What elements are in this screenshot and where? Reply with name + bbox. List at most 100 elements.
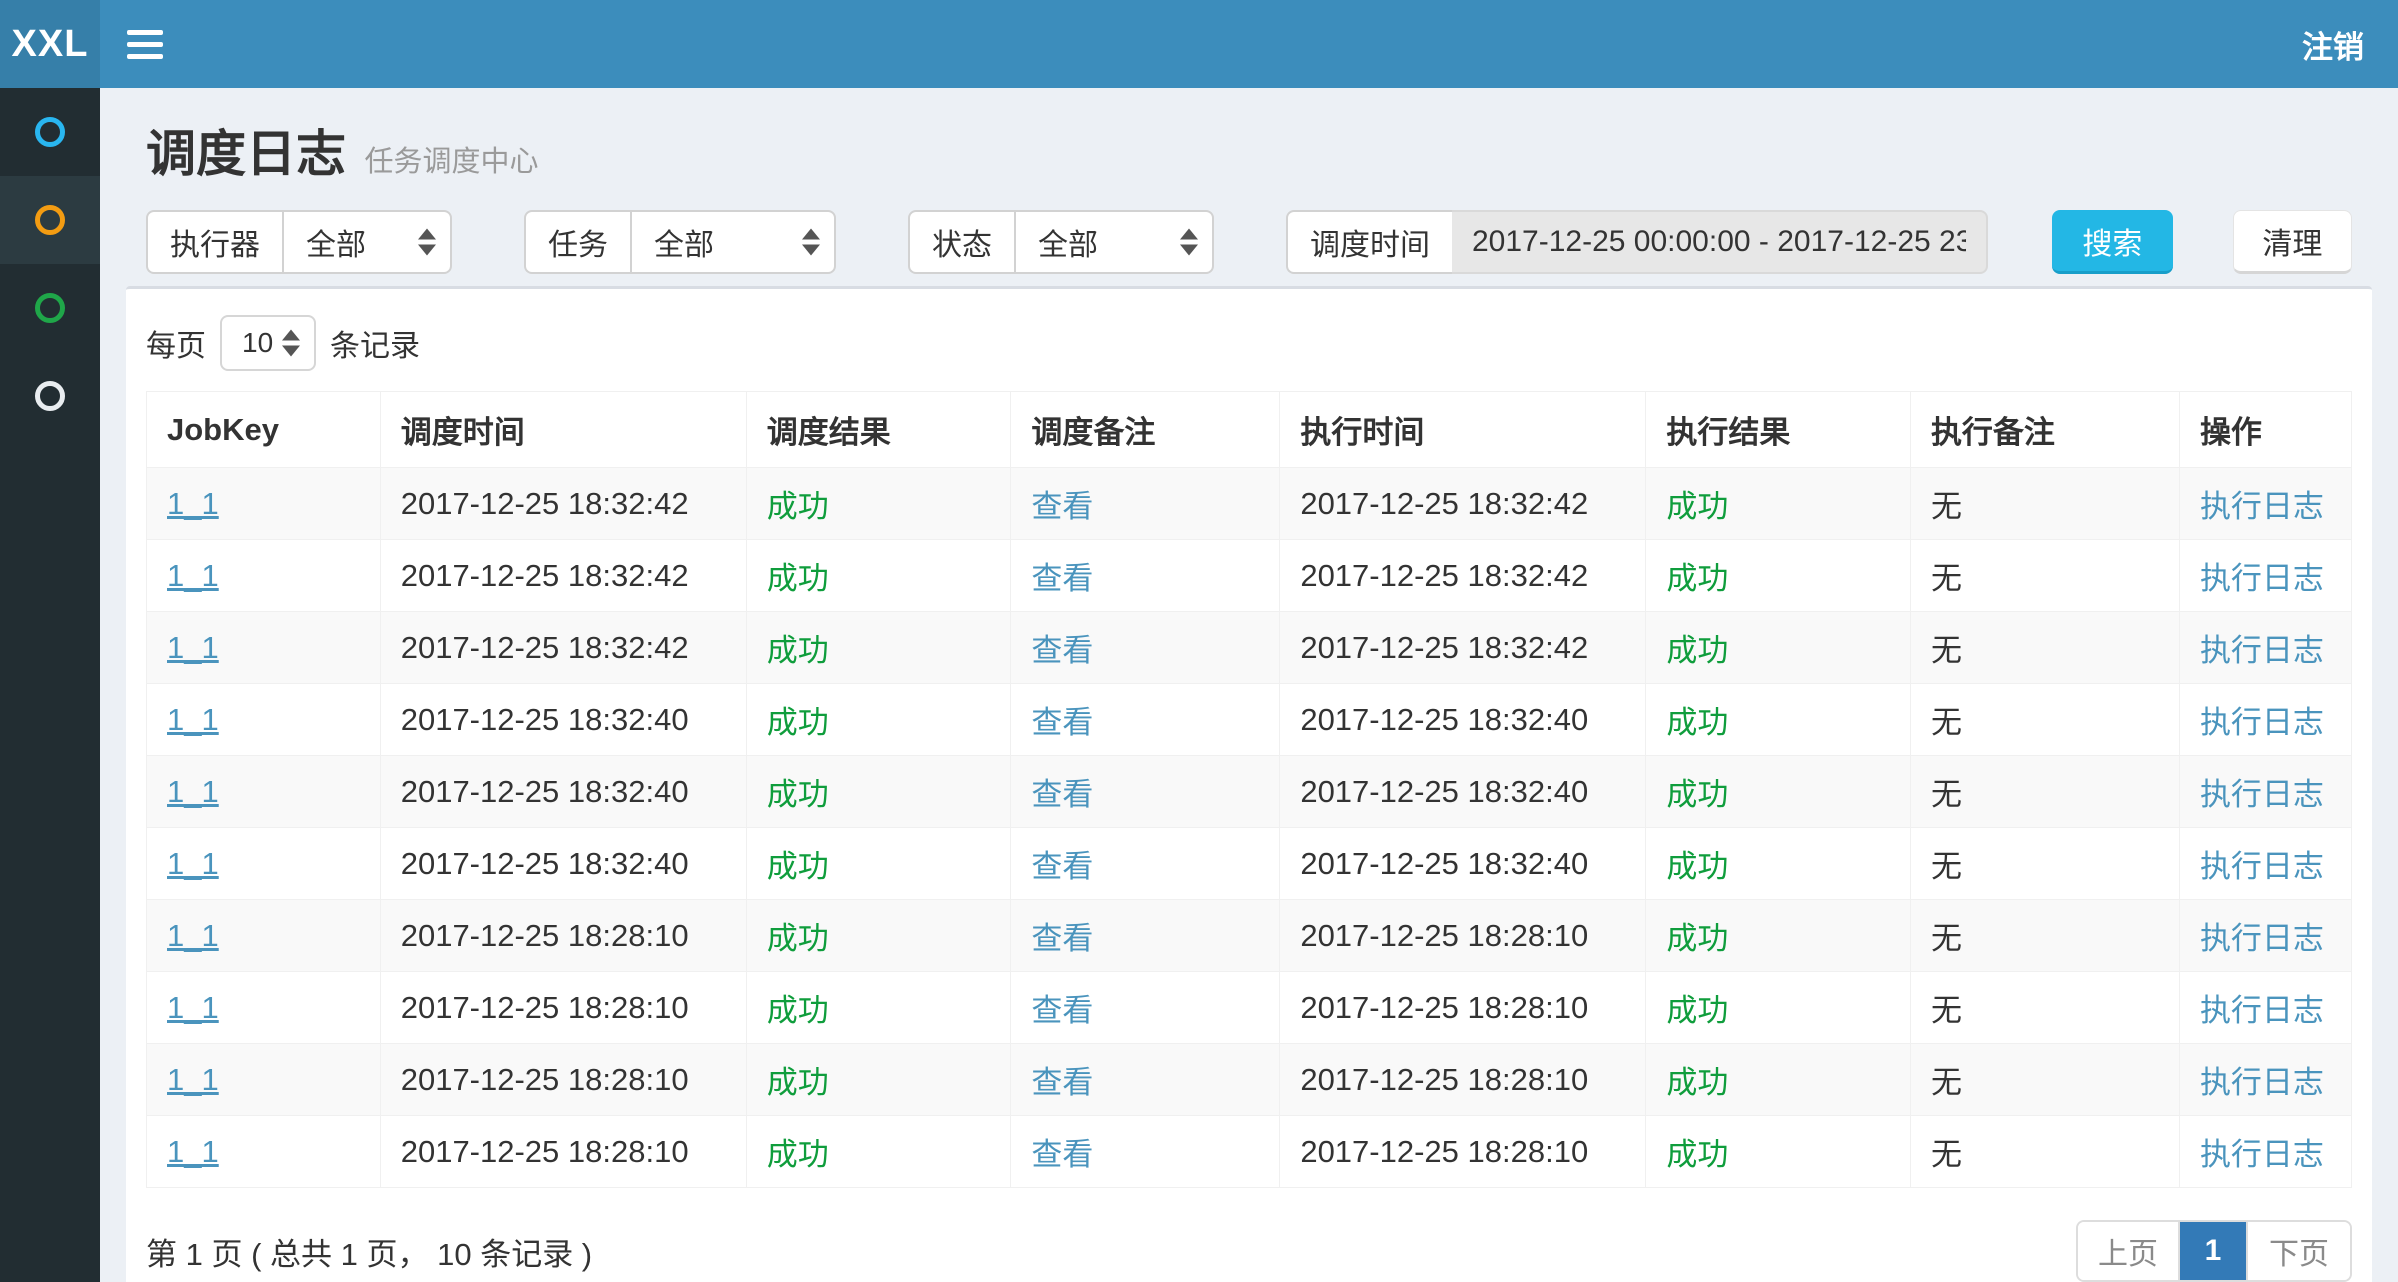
- search-button[interactable]: 搜索: [2052, 210, 2173, 274]
- prev-page-button[interactable]: 上页: [2078, 1222, 2180, 1280]
- executor-select[interactable]: 全部: [282, 210, 452, 274]
- top-navbar: XXL 注销: [0, 0, 2398, 88]
- trigger-result-cell: 成功: [746, 900, 1011, 972]
- trigger-remark-link[interactable]: 查看: [1031, 561, 1093, 596]
- sidebar-item-3[interactable]: [0, 264, 100, 352]
- table-row: 1_12017-12-25 18:28:10成功查看2017-12-25 18:…: [147, 1116, 2352, 1188]
- trigger-result-cell: 成功: [746, 828, 1011, 900]
- handle-remark-cell: 无: [1910, 540, 2179, 612]
- table-row: 1_12017-12-25 18:32:40成功查看2017-12-25 18:…: [147, 756, 2352, 828]
- table-footer: 第 1 页 ( 总共 1 页， 10 条记录 ) 上页 1 下页: [146, 1220, 2352, 1282]
- trigger-time-cell: 2017-12-25 18:32:42: [380, 468, 746, 540]
- jobkey-link[interactable]: 1_1: [167, 486, 219, 521]
- trigger-remark-link[interactable]: 查看: [1031, 1065, 1093, 1100]
- handle-time-cell: 2017-12-25 18:28:10: [1280, 972, 1646, 1044]
- page-subtitle: 任务调度中心: [364, 146, 538, 178]
- job-filter-label: 任务: [524, 210, 630, 274]
- log-table: JobKey调度时间调度结果调度备注执行时间执行结果执行备注操作 1_12017…: [146, 391, 2352, 1188]
- table-row: 1_12017-12-25 18:32:40成功查看2017-12-25 18:…: [147, 828, 2352, 900]
- length-label-before: 每页: [146, 321, 206, 365]
- trigger-time-cell: 2017-12-25 18:32:40: [380, 756, 746, 828]
- status-filter-label: 状态: [908, 210, 1014, 274]
- trigger-remark-link[interactable]: 查看: [1031, 489, 1093, 524]
- execute-log-link[interactable]: 执行日志: [2200, 633, 2324, 668]
- table-row: 1_12017-12-25 18:32:42成功查看2017-12-25 18:…: [147, 468, 2352, 540]
- circle-icon: [35, 205, 65, 235]
- handle-remark-cell: 无: [1910, 612, 2179, 684]
- execute-log-link[interactable]: 执行日志: [2200, 921, 2324, 956]
- next-page-button[interactable]: 下页: [2246, 1222, 2350, 1280]
- table-row: 1_12017-12-25 18:28:10成功查看2017-12-25 18:…: [147, 1044, 2352, 1116]
- column-header-6: 执行结果: [1646, 392, 1911, 468]
- trigger-remark-link[interactable]: 查看: [1031, 993, 1093, 1028]
- execute-log-link[interactable]: 执行日志: [2200, 993, 2324, 1028]
- trigger-remark-link[interactable]: 查看: [1031, 921, 1093, 956]
- handle-remark-cell: 无: [1910, 972, 2179, 1044]
- sidebar-item-4[interactable]: [0, 352, 100, 440]
- sidebar-item-2[interactable]: [0, 176, 100, 264]
- execute-log-link[interactable]: 执行日志: [2200, 705, 2324, 740]
- circle-icon: [35, 381, 65, 411]
- handle-time-cell: 2017-12-25 18:32:40: [1280, 756, 1646, 828]
- table-row: 1_12017-12-25 18:28:10成功查看2017-12-25 18:…: [147, 972, 2352, 1044]
- jobkey-link[interactable]: 1_1: [167, 702, 219, 737]
- column-header-8: 操作: [2179, 392, 2351, 468]
- page-length-control: 每页 10 条记录: [146, 315, 2352, 371]
- column-header-7: 执行备注: [1910, 392, 2179, 468]
- handle-remark-cell: 无: [1910, 468, 2179, 540]
- jobkey-link[interactable]: 1_1: [167, 1062, 219, 1097]
- trigger-time-cell: 2017-12-25 18:28:10: [380, 900, 746, 972]
- trigger-remark-link[interactable]: 查看: [1031, 849, 1093, 884]
- trigger-time-cell: 2017-12-25 18:28:10: [380, 972, 746, 1044]
- jobkey-link[interactable]: 1_1: [167, 918, 219, 953]
- handle-time-cell: 2017-12-25 18:32:40: [1280, 828, 1646, 900]
- logout-button[interactable]: 注销: [2302, 22, 2364, 67]
- trigger-remark-link[interactable]: 查看: [1031, 777, 1093, 812]
- execute-log-link[interactable]: 执行日志: [2200, 1065, 2324, 1100]
- execute-log-link[interactable]: 执行日志: [2200, 1137, 2324, 1172]
- filter-bar: 执行器 全部 任务 全部 状态 全部 调度时间 搜索 清理: [126, 210, 2372, 274]
- trigger-result-cell: 成功: [746, 756, 1011, 828]
- column-header-4: 调度备注: [1011, 392, 1280, 468]
- sidebar-nav: [0, 88, 100, 1282]
- execute-log-link[interactable]: 执行日志: [2200, 489, 2324, 524]
- sidebar-toggle-icon[interactable]: [100, 0, 190, 88]
- jobkey-link[interactable]: 1_1: [167, 1134, 219, 1169]
- table-row: 1_12017-12-25 18:32:42成功查看2017-12-25 18:…: [147, 540, 2352, 612]
- jobkey-link[interactable]: 1_1: [167, 630, 219, 665]
- main-content: 调度日志 任务调度中心 执行器 全部 任务 全部 状态 全部 调度时间: [100, 88, 2398, 1282]
- pagination: 上页 1 下页: [2076, 1220, 2352, 1282]
- handle-remark-cell: 无: [1910, 1044, 2179, 1116]
- jobkey-link[interactable]: 1_1: [167, 774, 219, 809]
- pagination-info: 第 1 页 ( 总共 1 页， 10 条记录 ): [146, 1229, 592, 1274]
- trigger-result-cell: 成功: [746, 468, 1011, 540]
- select-stepper-icon: [1180, 229, 1198, 256]
- trigger-remark-link[interactable]: 查看: [1031, 1137, 1093, 1172]
- length-label-after: 条记录: [330, 321, 420, 365]
- handle-time-cell: 2017-12-25 18:28:10: [1280, 1044, 1646, 1116]
- status-select[interactable]: 全部: [1014, 210, 1214, 274]
- sidebar-item-1[interactable]: [0, 88, 100, 176]
- time-range-input[interactable]: [1452, 210, 1988, 274]
- page-size-select[interactable]: 10: [220, 315, 316, 371]
- log-panel: 每页 10 条记录 JobKey调度时间调度结果调度备注执行时间执行结果执行备注…: [126, 286, 2372, 1282]
- jobkey-link[interactable]: 1_1: [167, 990, 219, 1025]
- execute-log-link[interactable]: 执行日志: [2200, 777, 2324, 812]
- jobkey-link[interactable]: 1_1: [167, 558, 219, 593]
- execute-log-link[interactable]: 执行日志: [2200, 561, 2324, 596]
- trigger-remark-link[interactable]: 查看: [1031, 633, 1093, 668]
- jobkey-link[interactable]: 1_1: [167, 846, 219, 881]
- trigger-result-cell: 成功: [746, 1116, 1011, 1188]
- current-page-button[interactable]: 1: [2180, 1222, 2246, 1280]
- time-filter-label: 调度时间: [1286, 210, 1452, 274]
- trigger-result-cell: 成功: [746, 684, 1011, 756]
- handle-remark-cell: 无: [1910, 828, 2179, 900]
- column-header-3: 调度结果: [746, 392, 1011, 468]
- clear-button[interactable]: 清理: [2233, 210, 2352, 274]
- trigger-remark-link[interactable]: 查看: [1031, 705, 1093, 740]
- handle-result-cell: 成功: [1646, 756, 1911, 828]
- execute-log-link[interactable]: 执行日志: [2200, 849, 2324, 884]
- table-row: 1_12017-12-25 18:32:42成功查看2017-12-25 18:…: [147, 612, 2352, 684]
- column-header-5: 执行时间: [1280, 392, 1646, 468]
- job-select[interactable]: 全部: [630, 210, 836, 274]
